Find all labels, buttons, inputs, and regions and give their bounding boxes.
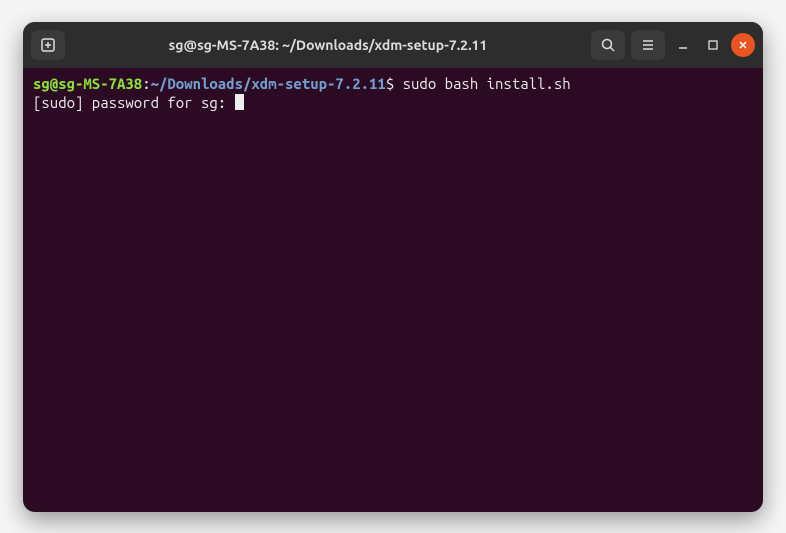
menu-button[interactable] — [631, 30, 665, 60]
prompt-path: ~/Downloads/xdm-setup-7.2.11 — [151, 75, 386, 92]
minimize-button[interactable] — [671, 33, 695, 57]
new-tab-button[interactable] — [31, 30, 65, 60]
titlebar-right — [591, 30, 755, 60]
window-title: sg@sg-MS-7A38: ~/Downloads/xdm-setup-7.2… — [69, 37, 587, 53]
prompt-line: sg@sg-MS-7A38:~/Downloads/xdm-setup-7.2.… — [33, 74, 753, 94]
maximize-button[interactable] — [701, 33, 725, 57]
close-icon — [737, 39, 749, 51]
command-text: sudo bash install.sh — [403, 75, 571, 92]
prompt-colon: : — [142, 75, 150, 92]
search-button[interactable] — [591, 30, 625, 60]
new-tab-icon — [40, 37, 56, 53]
hamburger-icon — [640, 37, 656, 53]
terminal-body[interactable]: sg@sg-MS-7A38:~/Downloads/xdm-setup-7.2.… — [23, 68, 763, 512]
titlebar: sg@sg-MS-7A38: ~/Downloads/xdm-setup-7.2… — [23, 22, 763, 68]
sudo-prompt: [sudo] password for sg: — [33, 94, 235, 111]
prompt-symbol: $ — [386, 75, 394, 92]
output-line: [sudo] password for sg: — [33, 93, 753, 113]
search-icon — [600, 37, 616, 53]
cursor — [235, 94, 244, 110]
terminal-window: sg@sg-MS-7A38: ~/Downloads/xdm-setup-7.2… — [23, 22, 763, 512]
minimize-icon — [677, 39, 689, 51]
prompt-user-host: sg@sg-MS-7A38 — [33, 75, 142, 92]
maximize-icon — [707, 39, 719, 51]
close-button[interactable] — [731, 33, 755, 57]
